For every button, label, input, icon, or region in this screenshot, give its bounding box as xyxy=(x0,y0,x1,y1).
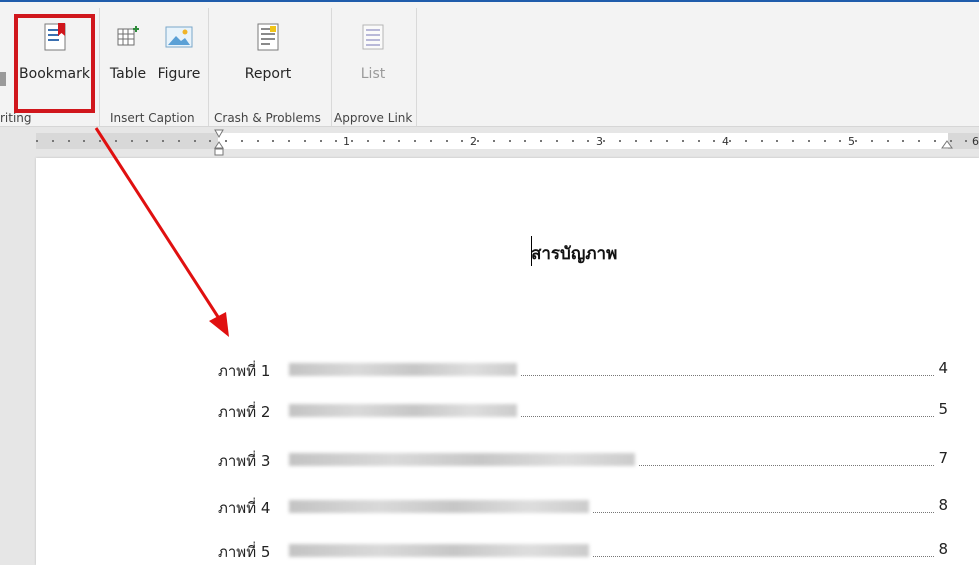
annotation-arrow xyxy=(94,127,229,337)
